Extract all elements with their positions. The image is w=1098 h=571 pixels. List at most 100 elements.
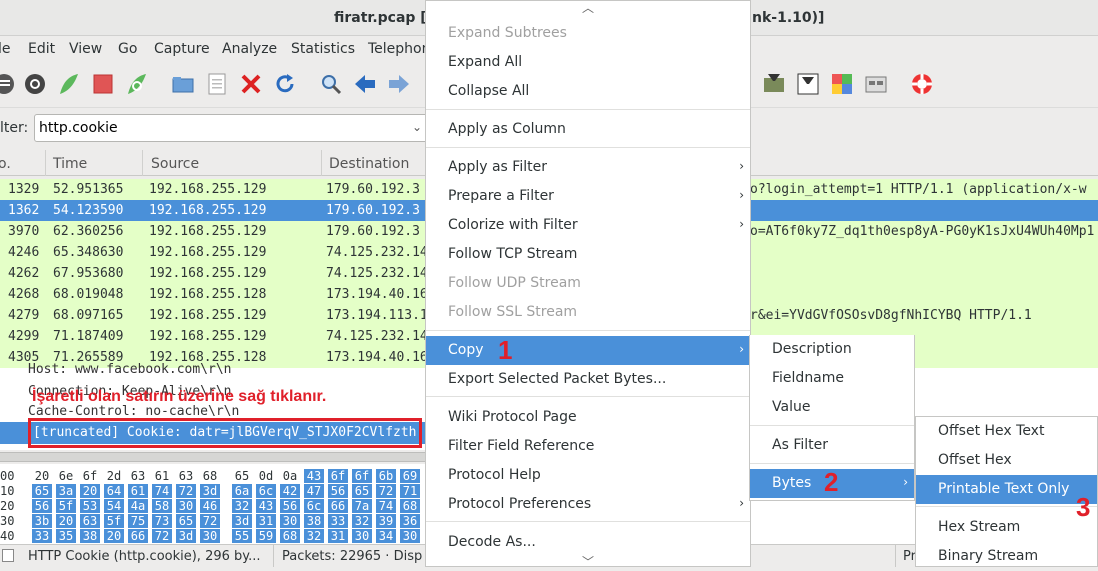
hex-byte: 63: [80, 514, 100, 528]
menu-item-export-selected-packet-bytes[interactable]: Export Selected Packet Bytes...: [426, 365, 750, 394]
menu-item-label: Follow UDP Stream: [448, 275, 581, 291]
hex-byte: 6f: [352, 469, 372, 483]
copy-item-value[interactable]: Value: [750, 393, 914, 422]
hex-byte: 31: [328, 529, 348, 543]
display-filters-icon[interactable]: [796, 72, 820, 96]
menu-item-expand-subtrees[interactable]: Expand Subtrees: [426, 19, 750, 48]
menu-go[interactable]: Go: [118, 41, 137, 57]
hex-byte: 34: [376, 529, 396, 543]
hex-byte: 6a: [232, 484, 252, 498]
hex-byte: 66: [328, 499, 348, 513]
chevron-down-icon[interactable]: ⌄: [412, 120, 422, 134]
menu-item-label: Filter Field Reference: [448, 438, 595, 454]
detail-cache-control[interactable]: Cache-Control: no-cache\r\n: [28, 404, 239, 419]
menu-item-protocol-help[interactable]: Protocol Help: [426, 461, 750, 490]
menu-item-filter-field-reference[interactable]: Filter Field Reference: [426, 432, 750, 461]
hex-byte: 39: [376, 514, 396, 528]
restart-capture-icon[interactable]: [125, 72, 149, 96]
hex-byte: 5f: [104, 514, 124, 528]
menu-statistics[interactable]: Statistics: [291, 41, 355, 57]
find-icon[interactable]: [319, 72, 343, 96]
menu-item-colorize-with-filter[interactable]: Colorize with Filter ›: [426, 211, 750, 240]
packet-destination: 74.125.232.14: [326, 266, 428, 281]
menu-item-apply-as-filter[interactable]: Apply as Filter ›: [426, 153, 750, 182]
packet-time: 68.097165: [53, 308, 124, 323]
menu-item-protocol-preferences[interactable]: Protocol Preferences ›: [426, 490, 750, 519]
file-set-icon[interactable]: [205, 72, 229, 96]
reload-icon[interactable]: [273, 72, 297, 96]
status-packets: Packets: 22965 · Disp: [282, 549, 423, 564]
copy-item-description[interactable]: Description: [750, 335, 914, 364]
forward-icon[interactable]: [387, 72, 411, 96]
help-icon[interactable]: [910, 72, 934, 96]
detail-host[interactable]: Host: www.facebook.com\r\n: [28, 362, 232, 377]
menu-item-label: As Filter: [772, 437, 828, 453]
bytes-item-offset-hex-text[interactable]: Offset Hex Text: [916, 417, 1097, 446]
menu-analyze[interactable]: Analyze: [222, 41, 277, 57]
menu-item-label: Fieldname: [772, 370, 845, 386]
menu-item-prepare-a-filter[interactable]: Prepare a Filter ›: [426, 182, 750, 211]
menu-item-expand-all[interactable]: Expand All: [426, 48, 750, 77]
packet-destination: 173.194.40.16: [326, 287, 428, 302]
bytes-item-printable-text-only[interactable]: Printable Text Only: [916, 475, 1097, 504]
menu-item-label: Decode As...: [448, 534, 536, 550]
hex-byte: 3d: [232, 514, 252, 528]
stop-capture-icon[interactable]: [91, 72, 115, 96]
menu-item-follow-tcp-stream[interactable]: Follow TCP Stream: [426, 240, 750, 269]
menu-item-collapse-all[interactable]: Collapse All: [426, 77, 750, 106]
hex-byte: 56: [280, 499, 300, 513]
hex-byte: 30: [200, 529, 220, 543]
packet-no: 4268: [8, 287, 40, 302]
coloring-rules-icon[interactable]: [830, 72, 854, 96]
open-file-icon[interactable]: [171, 72, 195, 96]
interfaces-icon[interactable]: [0, 72, 16, 96]
hex-byte: 74: [376, 499, 396, 513]
menu-item-label: Bytes: [772, 475, 812, 491]
column-time[interactable]: Time: [53, 156, 87, 172]
hex-byte: 6c: [304, 499, 324, 513]
menu-telephony[interactable]: Telephon: [368, 41, 431, 57]
packet-destination: 179.60.192.3: [326, 203, 420, 218]
start-capture-icon[interactable]: [57, 72, 81, 96]
column-destination[interactable]: Destination: [329, 156, 409, 172]
menu-item-copy[interactable]: Copy ›: [426, 336, 750, 365]
preferences-icon[interactable]: [864, 72, 888, 96]
back-icon[interactable]: [353, 72, 377, 96]
packet-destination: 74.125.232.14: [326, 245, 428, 260]
packet-time: 67.953680: [53, 266, 124, 281]
capture-filters-icon[interactable]: [762, 72, 786, 96]
copy-item-as-filter[interactable]: As Filter: [750, 431, 914, 460]
bytes-item-hex-stream[interactable]: Hex Stream: [916, 513, 1097, 542]
hex-byte: 74: [152, 484, 172, 498]
column-source[interactable]: Source: [151, 156, 199, 172]
hex-byte: 32: [304, 529, 324, 543]
hex-offset: 10: [0, 484, 15, 498]
menu-item-label: Expand Subtrees: [448, 25, 567, 41]
menu-edit[interactable]: Edit: [28, 41, 55, 57]
menu-item-follow-ssl-stream[interactable]: Follow SSL Stream: [426, 298, 750, 327]
packet-time: 71.187409: [53, 329, 124, 344]
menu-item-decode-as[interactable]: Decode As...: [426, 528, 750, 557]
display-filter-input[interactable]: [34, 114, 430, 142]
expert-info-icon[interactable]: [2, 549, 14, 562]
hex-byte: 30: [400, 529, 420, 543]
menu-item-wiki-protocol-page[interactable]: Wiki Protocol Page: [426, 403, 750, 432]
bytes-item-offset-hex[interactable]: Offset Hex: [916, 446, 1097, 475]
menu-view[interactable]: View: [69, 41, 102, 57]
menu-item-label: Follow SSL Stream: [448, 304, 578, 320]
scroll-up-icon[interactable]: ︿: [582, 0, 594, 16]
menu-capture[interactable]: Capture: [154, 41, 210, 57]
column-no[interactable]: o.: [0, 156, 11, 172]
hex-byte: 31: [256, 514, 276, 528]
menu-file[interactable]: le: [0, 41, 11, 57]
hex-byte: 43: [256, 499, 276, 513]
packet-source: 192.168.255.129: [149, 245, 267, 260]
close-file-icon[interactable]: [239, 72, 263, 96]
copy-item-fieldname[interactable]: Fieldname: [750, 364, 914, 393]
packet-source: 192.168.255.129: [149, 266, 267, 281]
menu-item-apply-as-column[interactable]: Apply as Column: [426, 115, 750, 144]
window-title: firatr.pcap [: [334, 10, 427, 26]
chevron-right-icon: ›: [903, 475, 908, 489]
options-icon[interactable]: [23, 72, 47, 96]
menu-item-follow-udp-stream[interactable]: Follow UDP Stream: [426, 269, 750, 298]
